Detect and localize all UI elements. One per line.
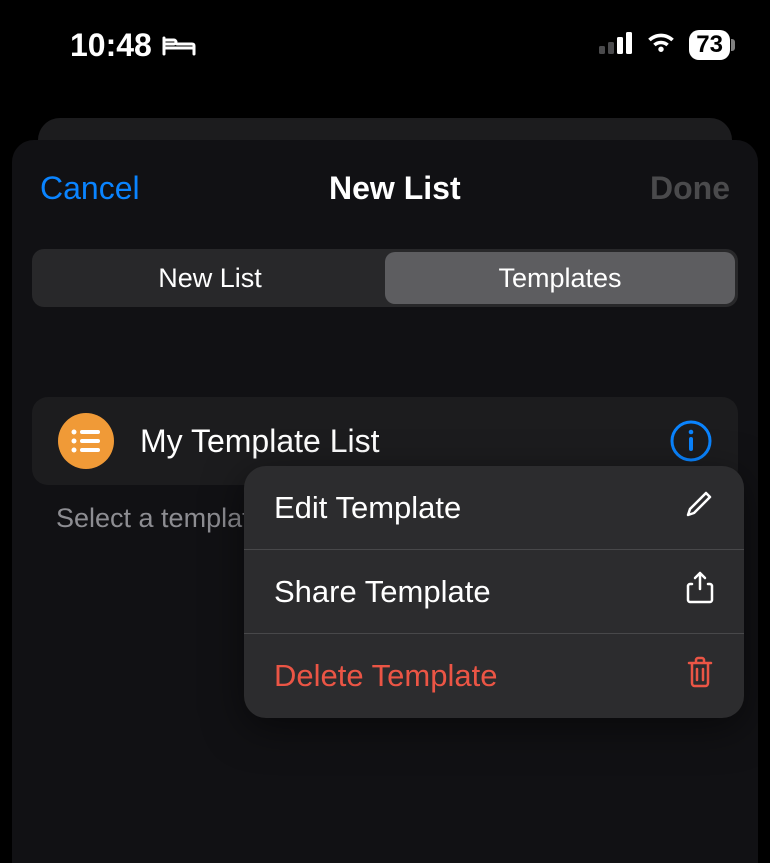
pencil-icon <box>684 489 714 527</box>
trash-icon <box>686 656 714 696</box>
battery-indicator: 73 <box>689 30 730 60</box>
sleep-icon <box>162 34 196 56</box>
status-right: 73 <box>599 30 730 60</box>
status-bar: 10:48 73 <box>0 0 770 90</box>
segment-templates[interactable]: Templates <box>385 252 735 304</box>
page-title: New List <box>329 170 461 207</box>
segment-new-list[interactable]: New List <box>35 252 385 304</box>
cellular-icon <box>599 32 633 59</box>
navigation-bar: Cancel New List Done <box>32 170 738 207</box>
status-time: 10:48 <box>70 27 152 64</box>
wifi-icon <box>645 31 677 60</box>
menu-share-label: Share Template <box>274 574 491 610</box>
status-left: 10:48 <box>70 27 196 64</box>
cancel-button[interactable]: Cancel <box>40 170 140 207</box>
info-button[interactable] <box>670 420 712 462</box>
menu-delete-template[interactable]: Delete Template <box>244 634 744 718</box>
battery-level: 73 <box>696 31 723 59</box>
list-icon <box>58 413 114 469</box>
menu-share-template[interactable]: Share Template <box>244 550 744 634</box>
menu-delete-label: Delete Template <box>274 658 497 694</box>
done-button: Done <box>650 170 730 207</box>
menu-edit-label: Edit Template <box>274 490 461 526</box>
template-name-label: My Template List <box>140 423 644 460</box>
share-icon <box>686 571 714 613</box>
menu-edit-template[interactable]: Edit Template <box>244 466 744 550</box>
context-menu: Edit Template Share Template Delete Temp… <box>244 466 744 718</box>
segmented-control[interactable]: New List Templates <box>32 249 738 307</box>
